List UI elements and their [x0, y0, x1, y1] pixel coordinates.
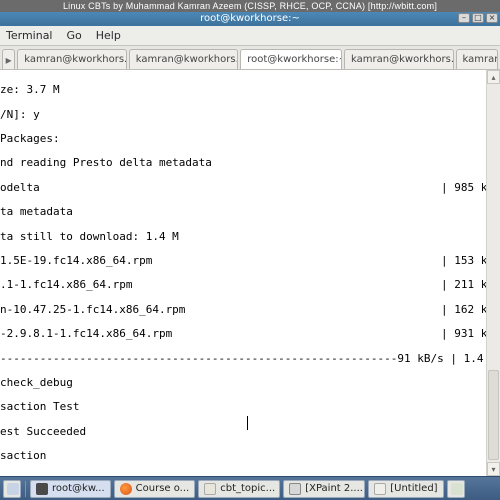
tab-0[interactable]: kamran@kworkhors... ×: [17, 49, 127, 69]
term-line: nd reading Presto delta metadata: [0, 157, 500, 169]
menu-go[interactable]: Go: [67, 29, 82, 42]
gedit-icon: [374, 483, 386, 495]
menu-bar: Terminal Go Help: [0, 26, 500, 46]
tab-4-label: kamran: [463, 54, 498, 65]
window-title-text: root@kworkhorse:~: [200, 13, 300, 24]
terminal-output[interactable]: ze: 3.7 M /N]: y Packages: nd reading Pr…: [0, 70, 500, 484]
task-label: root@kw...: [52, 483, 105, 494]
term-row: 1.5E-19.fc14.x86_64.rpm| 153 kB: [0, 255, 500, 267]
scroll-thumb[interactable]: [488, 370, 499, 460]
term-line: ta still to download: 1.4 M: [0, 231, 500, 243]
task-label: [Untitled]: [390, 483, 437, 494]
term-line: est Succeeded: [0, 426, 500, 438]
tab-4[interactable]: kamran: [456, 49, 498, 69]
scroll-up-button[interactable]: ▴: [487, 70, 500, 84]
tab-2-label: root@kworkhorse:~: [247, 54, 342, 65]
term-line: check_debug: [0, 377, 500, 389]
xpaint-icon: [289, 483, 301, 495]
menu-terminal[interactable]: Terminal: [6, 29, 53, 42]
tab-bar: ▸ kamran@kworkhors... × kamran@kworkhors…: [0, 46, 500, 70]
firefox-icon: [120, 483, 132, 495]
window-titlebar: root@kworkhorse:~ – □ ×: [0, 12, 500, 26]
scroll-down-button[interactable]: ▾: [487, 462, 500, 476]
task-gedit[interactable]: [Untitled]: [368, 480, 443, 498]
taskbar-separator: [25, 481, 26, 497]
task-label: [XPaint 2....: [305, 483, 363, 494]
task-doc-cbt[interactable]: cbt_topic...: [198, 480, 280, 498]
task-launcher[interactable]: [3, 480, 21, 498]
taskbar: root@kw... Course o... cbt_topic... [XPa…: [0, 476, 500, 500]
new-tab-button[interactable]: ▸: [2, 49, 15, 69]
term-row: -2.9.8.1-1.fc14.x86_64.rpm| 931 kB: [0, 328, 500, 340]
tab-1-label: kamran@kworkhors...: [136, 54, 239, 65]
task-extra[interactable]: [447, 480, 465, 498]
vertical-scrollbar[interactable]: ▴ ▾: [486, 70, 500, 476]
task-firefox-course[interactable]: Course o...: [114, 480, 196, 498]
term-row: odelta| 985 kB: [0, 182, 500, 194]
tab-2[interactable]: root@kworkhorse:~ ×: [240, 49, 342, 69]
task-label: Course o...: [136, 483, 190, 494]
term-line: /N]: y: [0, 109, 500, 121]
video-caption: Linux CBTs by Muhammad Kamran Azeem (CIS…: [0, 0, 500, 12]
tab-3-label: kamran@kworkhors...: [351, 54, 454, 65]
terminal-icon: [36, 483, 48, 495]
app-icon: [451, 483, 463, 495]
hide-windows-icon: [7, 483, 19, 495]
term-row: n-10.47.25-1.fc14.x86_64.rpm| 162 kB: [0, 304, 500, 316]
term-line: saction: [0, 450, 500, 462]
tab-1[interactable]: kamran@kworkhors... ×: [129, 49, 239, 69]
minimize-button[interactable]: –: [458, 13, 470, 23]
text-cursor-icon: [247, 416, 248, 430]
maximize-button[interactable]: □: [472, 13, 484, 23]
document-icon: [204, 483, 216, 495]
tab-3[interactable]: kamran@kworkhors... ×: [344, 49, 454, 69]
close-button[interactable]: ×: [486, 13, 498, 23]
task-label: cbt_topic...: [220, 483, 275, 494]
term-line: ta metadata: [0, 206, 500, 218]
tab-0-label: kamran@kworkhors...: [24, 54, 127, 65]
menu-help[interactable]: Help: [96, 29, 121, 42]
term-row: .1-1.fc14.x86_64.rpm| 211 kB: [0, 279, 500, 291]
term-row-summary: ----------------------------------------…: [0, 353, 500, 365]
task-terminal[interactable]: root@kw...: [30, 480, 111, 498]
task-xpaint[interactable]: [XPaint 2....: [283, 480, 365, 498]
term-line: ze: 3.7 M: [0, 84, 500, 96]
term-line: Packages:: [0, 133, 500, 145]
term-line: saction Test: [0, 401, 500, 413]
